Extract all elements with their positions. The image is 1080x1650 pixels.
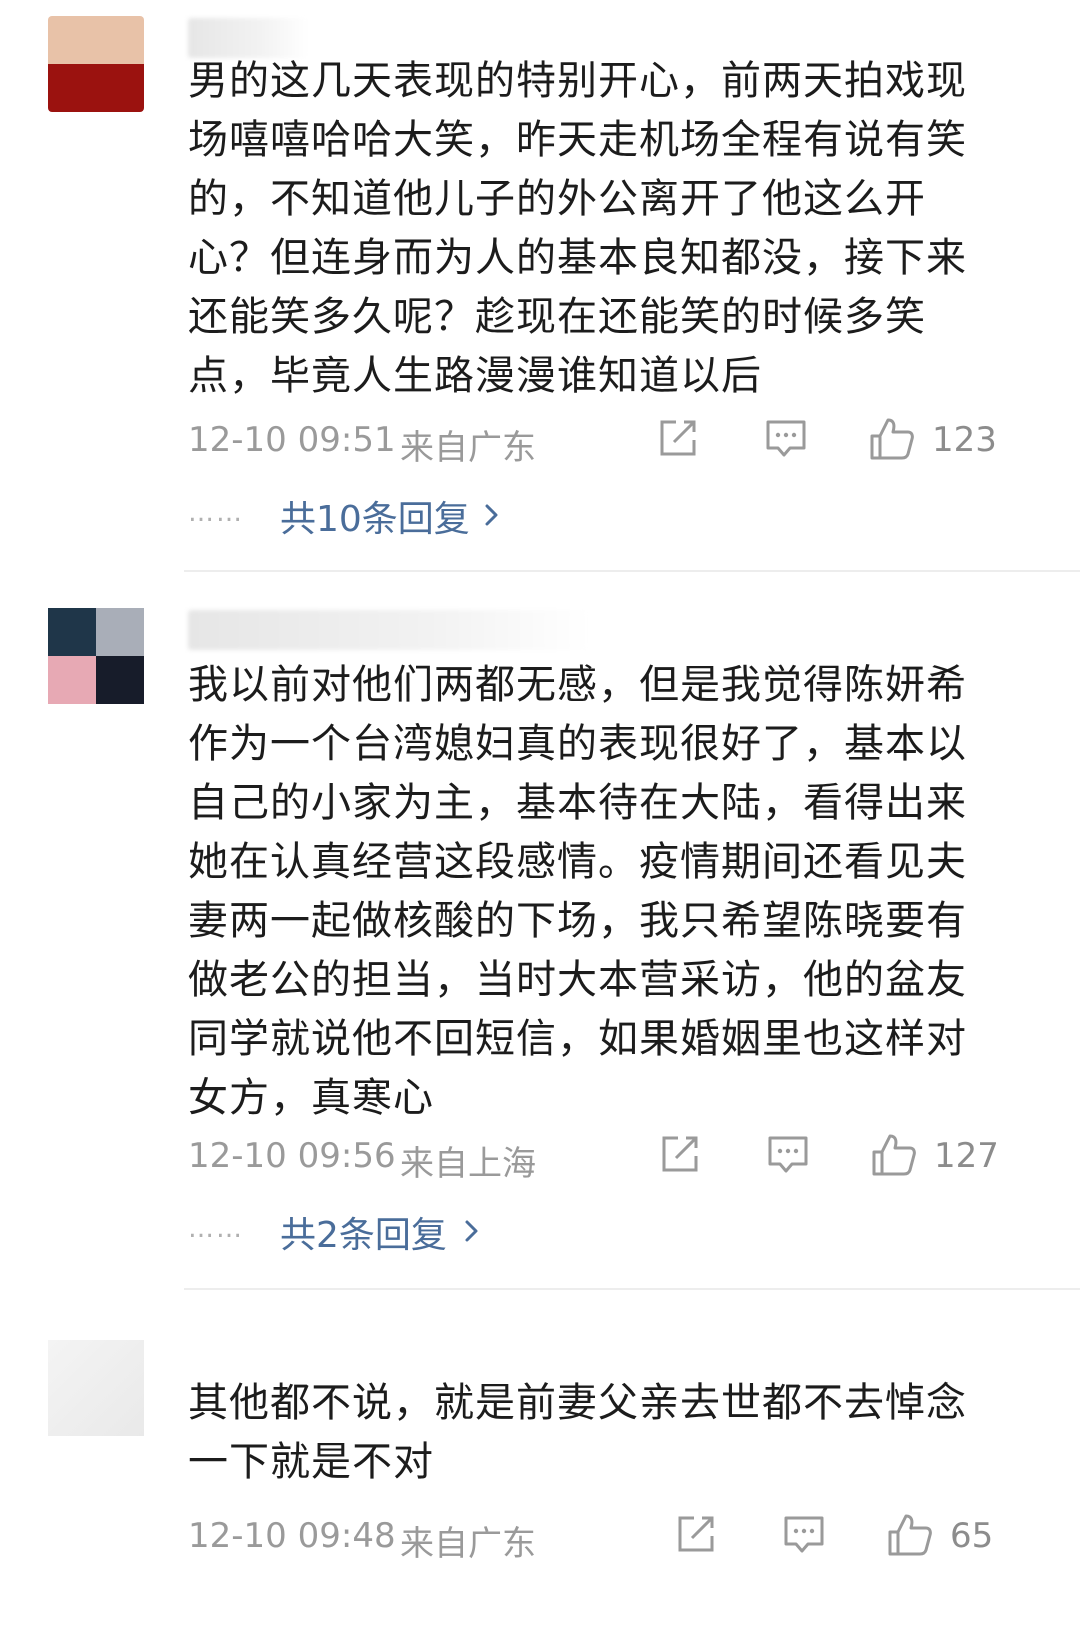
comment-icon[interactable] [764, 416, 808, 460]
comment-line: 男的这几天表现的特别开心，前两天拍戏现 [188, 58, 967, 104]
comment-line: 自己的小家为主，基本待在大陆，看得出来 [188, 780, 967, 826]
like-icon[interactable] [886, 1512, 934, 1560]
comment-line: 妻两一起做核酸的下场，我只希望陈晓要有 [188, 898, 967, 944]
username-blurred [188, 610, 588, 650]
like-count: 127 [934, 1136, 999, 1176]
comment-location: 来自广东 [400, 1524, 536, 1564]
like-icon[interactable] [870, 1132, 918, 1180]
comment-line: 她在认真经营这段感情。疫情期间还看见夫 [188, 839, 967, 885]
comment-location: 来自上海 [400, 1144, 536, 1184]
share-icon[interactable] [658, 1132, 702, 1176]
view-replies[interactable]: …… 共2条回复 [188, 1206, 788, 1256]
comment-line: 我以前对他们两都无感，但是我觉得陈妍希 [188, 662, 967, 708]
reply-indicator-dots: …… [188, 1214, 244, 1244]
comment-text: 我以前对他们两都无感，但是我觉得陈妍希 作为一个台湾媳妇真的表现很好了，基本以 … [188, 656, 1038, 1128]
comment-line: 一下就是不对 [188, 1439, 434, 1485]
share-icon[interactable] [674, 1512, 718, 1556]
share-icon[interactable] [656, 416, 700, 460]
comment-line: 的，不知道他儿子的外公离开了他这么开 [188, 176, 926, 222]
comment-icon[interactable] [782, 1512, 826, 1556]
comment-meta: 12-10 09:56 来自上海 127 [188, 1132, 1048, 1184]
divider [184, 1288, 1080, 1290]
like-count: 123 [932, 420, 997, 460]
comment-meta: 12-10 09:48 来自广东 65 [188, 1512, 1048, 1564]
comment-time: 12-10 09:56 [188, 1136, 396, 1176]
avatar[interactable] [48, 1340, 144, 1436]
comment-line: 其他都不说，就是前妻父亲去世都不去悼念 [188, 1380, 967, 1426]
view-replies-link[interactable]: 共10条回复 [280, 490, 470, 542]
comment-location: 来自广东 [400, 428, 536, 468]
avatar[interactable] [48, 608, 144, 704]
comment-meta: 12-10 09:51 来自广东 123 [188, 416, 1048, 468]
divider [184, 570, 1080, 572]
comment-line: 点，毕竟人生路漫漫谁知道以后 [188, 353, 762, 399]
comment-text: 其他都不说，就是前妻父亲去世都不去悼念 一下就是不对 [188, 1374, 1038, 1492]
comment-line: 还能笑多久呢？趁现在还能笑的时候多笑 [188, 294, 926, 340]
comment-line: 心？但连身而为人的基本良知都没，接下来 [188, 235, 967, 281]
view-replies-link[interactable]: 共2条回复 [280, 1206, 447, 1258]
comment-line: 场嘻嘻哈哈大笑，昨天走机场全程有说有笑 [188, 117, 967, 163]
comment-line: 作为一个台湾媳妇真的表现很好了，基本以 [188, 721, 967, 767]
comment-line: 做老公的担当，当时大本营采访，他的盆友 [188, 957, 967, 1003]
comment-time: 12-10 09:48 [188, 1516, 396, 1556]
like-icon[interactable] [868, 416, 916, 464]
comment-time: 12-10 09:51 [188, 420, 396, 460]
comment-line: 同学就说他不回短信，如果婚姻里也这样对 [188, 1016, 967, 1062]
chevron-right-icon [480, 498, 504, 532]
reply-indicator-dots: …… [188, 498, 244, 528]
view-replies[interactable]: …… 共10条回复 [188, 490, 788, 540]
comment-icon[interactable] [766, 1132, 810, 1176]
avatar[interactable] [48, 16, 144, 112]
comment-text: 男的这几天表现的特别开心，前两天拍戏现 场嘻嘻哈哈大笑，昨天走机场全程有说有笑 … [188, 52, 1038, 406]
chevron-right-icon [460, 1214, 484, 1248]
comment-line: 女方，真寒心 [188, 1075, 434, 1121]
like-count: 65 [950, 1516, 994, 1556]
